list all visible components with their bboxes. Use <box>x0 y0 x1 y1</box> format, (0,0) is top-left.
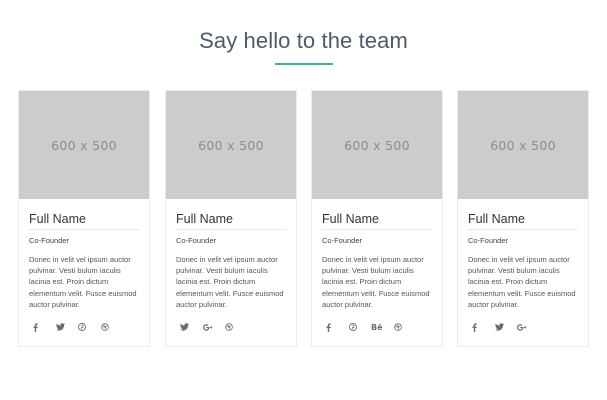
member-role: Co-Founder <box>468 236 509 245</box>
pinterest-icon[interactable] <box>348 320 372 334</box>
pinterest-icon[interactable] <box>78 320 101 334</box>
team-card: 600 x 500 Full Name Co-Founder Donec in … <box>18 90 150 347</box>
member-name: Full Name <box>29 212 139 230</box>
member-name: Full Name <box>176 212 286 230</box>
team-card: 600 x 500 Full Name Co-Founder Donec in … <box>457 90 589 347</box>
twitter-icon[interactable] <box>494 320 518 334</box>
facebook-icon[interactable] <box>33 320 56 334</box>
member-role: Co-Founder <box>176 236 217 245</box>
twitter-icon[interactable] <box>55 320 79 334</box>
member-bio: Donec in velit vel ipsum auctor pulvinar… <box>322 255 430 309</box>
dribbble-icon[interactable] <box>100 320 124 334</box>
social-links: Bē <box>322 320 432 334</box>
member-bio: Donec in velit vel ipsum auctor pulvinar… <box>29 255 137 309</box>
social-links <box>468 320 578 334</box>
section-title: Say hello to the team <box>199 28 408 53</box>
member-bio: Donec in velit vel ipsum auctor pulvinar… <box>176 255 284 309</box>
title-underline <box>275 63 333 65</box>
google-plus-icon[interactable] <box>202 320 226 334</box>
facebook-icon[interactable] <box>472 320 495 334</box>
google-plus-icon[interactable] <box>517 320 540 334</box>
behance-icon[interactable]: Bē <box>371 320 394 334</box>
dribbble-icon[interactable] <box>225 320 248 334</box>
dribbble-icon[interactable] <box>393 320 417 334</box>
member-role: Co-Founder <box>322 236 363 245</box>
team-card: 600 x 500 Full Name Co-Founder Donec in … <box>165 90 297 347</box>
member-photo-placeholder: 600 x 500 <box>458 91 588 199</box>
member-photo-placeholder: 600 x 500 <box>166 91 296 199</box>
social-links <box>29 320 139 334</box>
team-card: 600 x 500 Full Name Co-Founder Donec in … <box>311 90 443 347</box>
member-photo-placeholder: 600 x 500 <box>312 91 442 199</box>
member-role: Co-Founder <box>29 236 70 245</box>
member-name: Full Name <box>322 212 432 230</box>
member-name: Full Name <box>468 212 578 230</box>
member-photo-placeholder: 600 x 500 <box>19 91 149 199</box>
twitter-icon[interactable] <box>180 320 203 334</box>
member-bio: Donec in velit vel ipsum auctor pulvinar… <box>468 255 576 309</box>
team-section: Say hello to the team 600 x 500 Full Nam… <box>0 0 607 400</box>
social-links <box>176 320 286 334</box>
facebook-icon[interactable] <box>326 320 349 334</box>
